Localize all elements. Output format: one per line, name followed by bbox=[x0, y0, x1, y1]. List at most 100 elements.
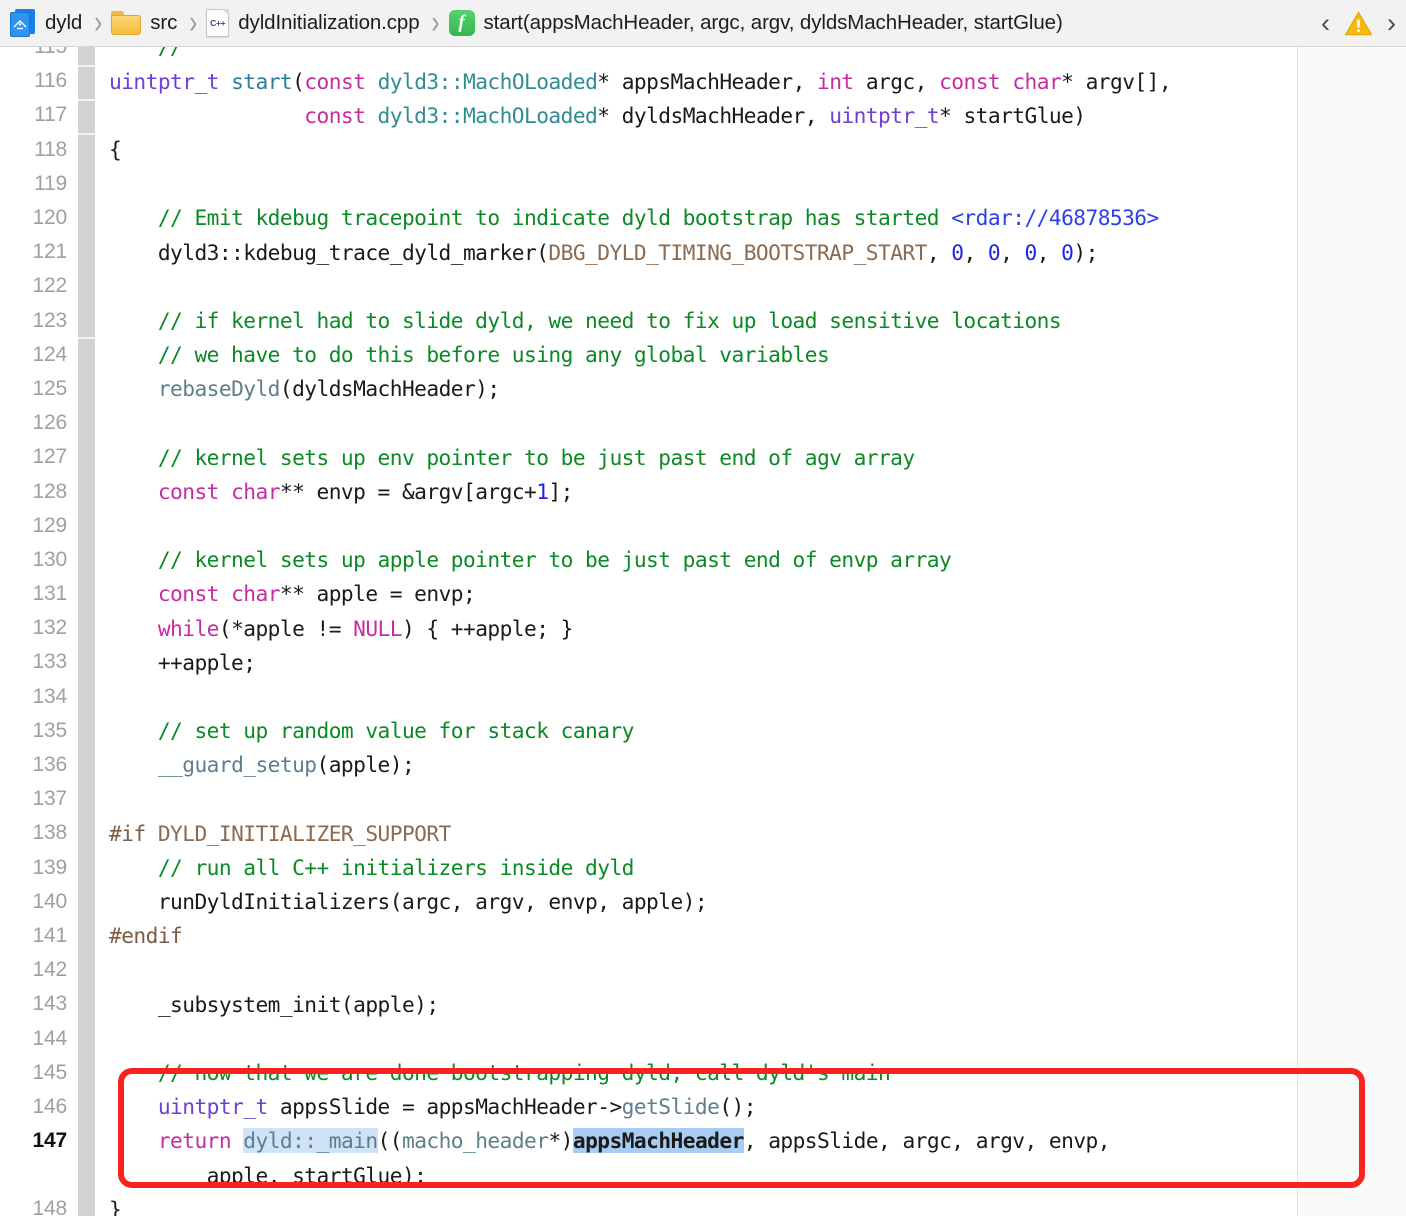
code-text[interactable]: // kernel sets up apple pointer to be ju… bbox=[109, 549, 1406, 570]
code-line[interactable]: 147 return dyld::_main((macho_header*)ap… bbox=[0, 1124, 1406, 1158]
code-line[interactable]: 142 bbox=[0, 953, 1406, 987]
code-line[interactable]: 135 // set up random value for stack can… bbox=[0, 714, 1406, 748]
code-text[interactable]: runDyldInitializers(argc, argv, envp, ap… bbox=[109, 891, 1406, 912]
code-line[interactable]: 139 // run all C++ initializers inside d… bbox=[0, 851, 1406, 885]
code-line[interactable]: 116 uintptr_t start(const dyld3::MachOLoa… bbox=[0, 64, 1406, 98]
next-issue-button[interactable]: › bbox=[1387, 9, 1396, 37]
jump-bar: dyld › src › C++ dyldInitialization.cpp … bbox=[0, 0, 1406, 47]
line-number: 146 bbox=[32, 1094, 68, 1118]
code-text[interactable]: // run all C++ initializers inside dyld bbox=[109, 857, 1406, 878]
code-text[interactable]: // now that we are done bootstrapping dy… bbox=[109, 1062, 1406, 1083]
code-line[interactable]: 120 // Emit kdebug tracepoint to indicat… bbox=[0, 201, 1406, 235]
code-text[interactable]: return dyld::_main((macho_header*)appsMa… bbox=[109, 1128, 1406, 1154]
code-line[interactable]: 118 { bbox=[0, 133, 1406, 167]
line-number: 118 bbox=[34, 137, 67, 161]
code-line[interactable]: 133 ++apple; bbox=[0, 645, 1406, 679]
code-text[interactable]: uintptr_t appsSlide = appsMachHeader->ge… bbox=[109, 1096, 1406, 1117]
issue-navigator-controls: ‹ › bbox=[1321, 9, 1398, 37]
code-line[interactable]: 143 _subsystem_init(apple); bbox=[0, 987, 1406, 1021]
code-text[interactable]: apple, startGlue); bbox=[109, 1165, 1406, 1186]
line-number: 119 bbox=[34, 171, 67, 195]
line-number: 140 bbox=[32, 889, 68, 913]
previous-issue-button[interactable]: ‹ bbox=[1321, 9, 1330, 37]
code-line[interactable]: 138 #if DYLD_INITIALIZER_SUPPORT bbox=[0, 816, 1406, 850]
code-text[interactable]: while(*apple != NULL) { ++apple; } bbox=[109, 618, 1406, 639]
source-editor[interactable]: 115 //116 uintptr_t start(const dyld3::Ma… bbox=[0, 47, 1406, 1216]
code-line[interactable]: 140 runDyldInitializers(argc, argv, envp… bbox=[0, 885, 1406, 919]
code-line[interactable]: 134 bbox=[0, 680, 1406, 714]
code-line[interactable]: 144 bbox=[0, 1021, 1406, 1055]
breadcrumb-item-symbol[interactable]: f start(appsMachHeader, argc, argv, dyld… bbox=[448, 0, 1063, 46]
code-text[interactable]: // if kernel had to slide dyld, we need … bbox=[109, 310, 1406, 331]
code-line[interactable]: 115 // bbox=[0, 47, 1406, 64]
line-number: 139 bbox=[32, 855, 68, 879]
line-number: 148 bbox=[32, 1197, 68, 1216]
cpp-file-icon: C++ bbox=[206, 9, 230, 37]
line-number: 142 bbox=[32, 958, 68, 982]
code-line[interactable]: 123 // if kernel had to slide dyld, we n… bbox=[0, 304, 1406, 338]
code-text[interactable]: const char** apple = envp; bbox=[109, 583, 1406, 604]
folder-icon bbox=[111, 11, 142, 35]
line-number: 130 bbox=[32, 547, 68, 571]
code-text[interactable]: // bbox=[109, 47, 1406, 58]
code-text[interactable]: __guard_setup(apple); bbox=[109, 754, 1406, 775]
code-text[interactable]: _subsystem_init(apple); bbox=[109, 994, 1406, 1015]
code-line[interactable]: 119 bbox=[0, 167, 1406, 201]
code-line[interactable]: 146 uintptr_t appsSlide = appsMachHeader… bbox=[0, 1090, 1406, 1124]
code-lines[interactable]: 115 //116 uintptr_t start(const dyld3::Ma… bbox=[0, 47, 1406, 1216]
code-line[interactable]: 126 bbox=[0, 406, 1406, 440]
line-number: 135 bbox=[32, 718, 68, 742]
code-line[interactable]: 117 const dyld3::MachOLoaded* dyldsMachH… bbox=[0, 98, 1406, 132]
line-number: 133 bbox=[32, 650, 68, 674]
code-line[interactable]: 137 bbox=[0, 782, 1406, 816]
breadcrumb-label-folder: src bbox=[150, 11, 178, 34]
line-number: 120 bbox=[32, 206, 68, 230]
code-line[interactable]: 122 bbox=[0, 269, 1406, 303]
code-text[interactable]: // Emit kdebug tracepoint to indicate dy… bbox=[109, 207, 1406, 228]
breadcrumb-separator: › bbox=[431, 4, 440, 41]
code-line[interactable]: 132 while(*apple != NULL) { ++apple; } bbox=[0, 611, 1406, 645]
code-line[interactable]: 136 __guard_setup(apple); bbox=[0, 748, 1406, 782]
code-text[interactable]: #endif bbox=[109, 925, 1406, 946]
code-line[interactable]: apple, startGlue); bbox=[0, 1158, 1406, 1192]
line-number: 145 bbox=[32, 1060, 68, 1084]
code-line[interactable]: 124 // we have to do this before using a… bbox=[0, 338, 1406, 372]
code-line[interactable]: 121 dyld3::kdebug_trace_dyld_marker(DBG_… bbox=[0, 235, 1406, 269]
breadcrumb-item-project[interactable]: dyld bbox=[10, 0, 82, 46]
code-line[interactable]: 141 #endif bbox=[0, 919, 1406, 953]
code-line[interactable]: 131 const char** apple = envp; bbox=[0, 577, 1406, 611]
line-number: 144 bbox=[32, 1026, 68, 1050]
line-number: 123 bbox=[32, 308, 68, 332]
code-text[interactable]: uintptr_t start(const dyld3::MachOLoaded… bbox=[109, 71, 1406, 92]
code-text[interactable]: ++apple; bbox=[109, 652, 1406, 673]
code-text[interactable]: } bbox=[109, 1199, 1406, 1216]
code-text[interactable]: const char** envp = &argv[argc+1]; bbox=[109, 481, 1406, 502]
breadcrumb-item-folder[interactable]: src bbox=[111, 0, 177, 46]
warning-triangle-icon[interactable] bbox=[1344, 10, 1373, 37]
line-number: 122 bbox=[32, 274, 68, 298]
breadcrumb-item-file[interactable]: C++ dyldInitialization.cpp bbox=[206, 0, 420, 46]
code-line[interactable]: 148} bbox=[0, 1192, 1406, 1216]
code-text[interactable]: // set up random value for stack canary bbox=[109, 720, 1406, 741]
code-line[interactable]: 145 // now that we are done bootstrappin… bbox=[0, 1056, 1406, 1090]
code-text[interactable]: #if DYLD_INITIALIZER_SUPPORT bbox=[109, 823, 1406, 844]
function-icon: f bbox=[448, 10, 475, 36]
code-text[interactable]: { bbox=[109, 139, 1406, 160]
code-line[interactable]: 125 rebaseDyld(dyldsMachHeader); bbox=[0, 372, 1406, 406]
code-line[interactable]: 129 bbox=[0, 509, 1406, 543]
breadcrumb-label-symbol: start(appsMachHeader, argc, argv, dyldsM… bbox=[483, 11, 1063, 34]
code-line[interactable]: 130 // kernel sets up apple pointer to b… bbox=[0, 543, 1406, 577]
code-text[interactable]: // we have to do this before using any g… bbox=[109, 344, 1406, 365]
line-number: 136 bbox=[32, 753, 68, 777]
code-text[interactable]: dyld3::kdebug_trace_dyld_marker(DBG_DYLD… bbox=[109, 242, 1406, 263]
line-number: 147 bbox=[32, 1129, 68, 1153]
code-line[interactable]: 128 const char** envp = &argv[argc+1]; bbox=[0, 474, 1406, 508]
line-number: 126 bbox=[32, 411, 68, 435]
xcode-project-icon bbox=[10, 9, 36, 37]
breadcrumb-separator: › bbox=[94, 4, 103, 41]
breadcrumb-label-project: dyld bbox=[45, 11, 83, 34]
code-text[interactable]: const dyld3::MachOLoaded* dyldsMachHeade… bbox=[109, 105, 1406, 126]
code-text[interactable]: // kernel sets up env pointer to be just… bbox=[109, 447, 1406, 468]
code-line[interactable]: 127 // kernel sets up env pointer to be … bbox=[0, 440, 1406, 474]
code-text[interactable]: rebaseDyld(dyldsMachHeader); bbox=[109, 378, 1406, 399]
